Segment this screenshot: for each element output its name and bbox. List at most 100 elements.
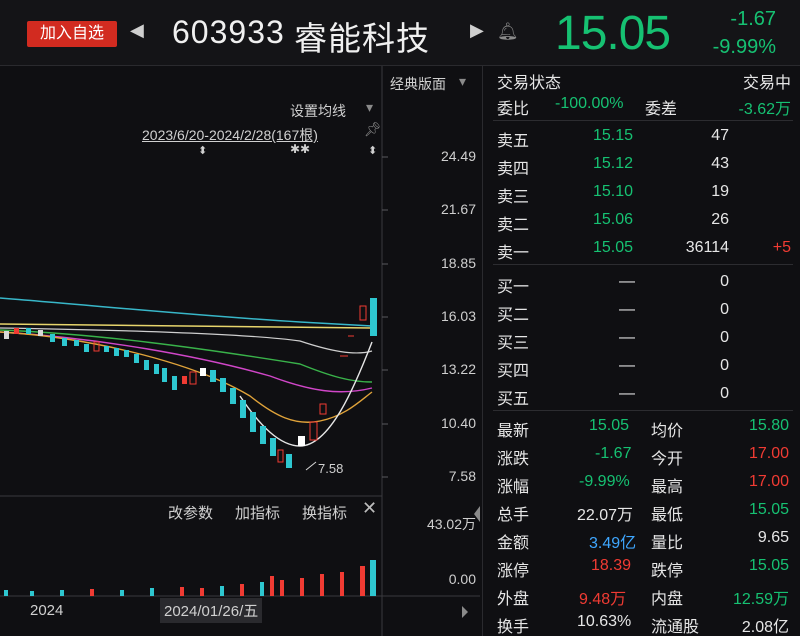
bid-row[interactable]: 买二 — 0: [483, 298, 800, 326]
candle: [270, 438, 276, 456]
vol-tick-label: 43.02万: [426, 516, 476, 532]
ask-row[interactable]: 卖三 15.10 19: [483, 180, 800, 208]
candle: [370, 298, 377, 336]
divider: [493, 410, 793, 411]
marker-icon: ✱✱: [290, 142, 311, 156]
bell-icon[interactable]: 🔔︎: [497, 22, 519, 42]
stat-row: 换手 10.63% 流通股 2.08亿: [483, 610, 800, 636]
candle: [14, 328, 19, 334]
bid-row[interactable]: 买四 — 0: [483, 354, 800, 382]
bid-label: 买四: [497, 363, 530, 380]
ask-delta: +5: [772, 239, 791, 256]
ask-row[interactable]: 卖五 15.15 47: [483, 124, 800, 152]
weibi-row: 委比 -100.00% 委差 -3.62万: [483, 92, 800, 120]
candle: [172, 376, 177, 390]
stat-row: 外盘 9.48万 内盘 12.59万: [483, 582, 800, 610]
stat-value: 15.05: [748, 557, 789, 574]
ask-label: 卖二: [497, 217, 530, 234]
stat-value: 17.00: [748, 445, 789, 462]
ask-price: 15.10: [593, 183, 634, 200]
stat-row: 涨幅 -9.99% 最高 17.00: [483, 470, 800, 498]
ma-line-white: [0, 327, 373, 354]
candle: [162, 368, 167, 382]
candle: [144, 360, 149, 370]
bid-price: —: [619, 329, 635, 346]
price-change-pct: -9.99%: [712, 36, 776, 58]
candle: [4, 331, 9, 339]
vol-tick-label: 0.00: [448, 571, 476, 587]
ask-row[interactable]: 卖二 15.06 26: [483, 208, 800, 236]
bid-volume: 0: [720, 301, 729, 318]
candle: [200, 368, 206, 376]
candle: [359, 305, 367, 321]
ask-volume: 19: [711, 183, 729, 200]
prev-stock-icon[interactable]: ◀: [130, 20, 144, 41]
stat-label: 外盘: [497, 591, 530, 608]
candle: [114, 348, 119, 356]
candle: [182, 376, 187, 384]
ask-label: 卖三: [497, 189, 530, 206]
candle: [189, 371, 197, 385]
candle: [298, 436, 305, 446]
next-stock-icon[interactable]: ▶: [470, 20, 484, 41]
bid-price: —: [619, 301, 635, 318]
ask-price: 15.12: [593, 155, 634, 172]
candle: [260, 426, 266, 444]
stat-row: 涨跌 -1.67 今开 17.00: [483, 442, 800, 470]
stat-label: 最高: [651, 479, 684, 496]
stock-code: 603933: [172, 14, 285, 50]
ask-volume: 43: [711, 155, 729, 172]
stat-value: 15.05: [589, 417, 630, 434]
stat-value: 12.59万: [732, 591, 789, 608]
y-tick-label: 24.49: [440, 148, 476, 164]
y-tick-label: 7.58: [448, 468, 476, 484]
kline-chart-area[interactable]: 经典版面 ▾ 设置均线 ▾ 2023/6/20-2024/2/28(167根) …: [0, 66, 480, 636]
candle: [134, 354, 139, 363]
bid-row[interactable]: 买一 — 0: [483, 270, 800, 298]
bid-price: —: [619, 357, 635, 374]
stat-label: 涨停: [497, 563, 530, 580]
stat-label: 跌停: [651, 563, 684, 580]
kline-chart-svg[interactable]: [0, 66, 480, 636]
ma-line-yellow: [0, 323, 373, 329]
layout-mode-dropdown-icon[interactable]: ▾: [459, 73, 466, 90]
stat-label: 最低: [651, 507, 684, 524]
close-indicator-icon[interactable]: ✕: [362, 498, 377, 519]
ask-row[interactable]: 卖四 15.12 43: [483, 152, 800, 180]
last-price: 15.05: [555, 7, 671, 60]
ma-setting-label[interactable]: 设置均线: [290, 101, 346, 121]
add-to-watchlist-button[interactable]: 加入自选: [27, 21, 117, 47]
candle: [220, 378, 226, 392]
stat-row: 总手 22.07万 最低 15.05: [483, 498, 800, 526]
x-cursor-date: 2024/01/26/五: [160, 598, 263, 623]
stat-value: 18.39: [591, 557, 632, 574]
stat-value: 3.49亿: [589, 535, 637, 552]
trade-status-value: 交易中: [742, 75, 791, 92]
trade-status-row: 交易状态 交易中: [483, 66, 800, 94]
bid-row[interactable]: 买三 — 0: [483, 326, 800, 354]
marker-icon: ⬍: [198, 145, 208, 157]
divider: [493, 264, 793, 265]
stat-value: 22.07万: [577, 507, 634, 524]
stat-label: 今开: [651, 451, 684, 468]
stock-header: 加入自选 ◀ 603933 睿能科技 ▶ 🔔︎ 15.05 -1.67 -9.9…: [0, 0, 800, 66]
ask-label: 卖五: [497, 133, 530, 150]
pin-icon[interactable]: 📌︎: [364, 121, 382, 138]
stat-value: 15.80: [748, 417, 789, 434]
bid-label: 买二: [497, 307, 530, 324]
bid-row[interactable]: 买五 — 0: [483, 382, 800, 410]
indicator-tab-switch[interactable]: 换指标: [302, 502, 347, 523]
y-tick-label: 18.85: [440, 255, 476, 271]
bid-price: —: [619, 385, 635, 402]
ask-row[interactable]: 卖一 15.05 36114 +5: [483, 236, 800, 264]
candle: [74, 340, 79, 346]
indicator-tab-add[interactable]: 加指标: [235, 502, 280, 523]
bid-volume: 0: [720, 329, 729, 346]
indicator-tab-params[interactable]: 改参数: [168, 502, 213, 523]
weibi-value: -100.00%: [555, 95, 624, 112]
y-tick-label: 10.40: [440, 415, 476, 431]
ma-dropdown-icon[interactable]: ▾: [366, 99, 373, 116]
ma-line-cyan: [0, 297, 373, 327]
ask-price: 15.06: [593, 211, 634, 228]
layout-mode-label[interactable]: 经典版面: [390, 74, 446, 94]
